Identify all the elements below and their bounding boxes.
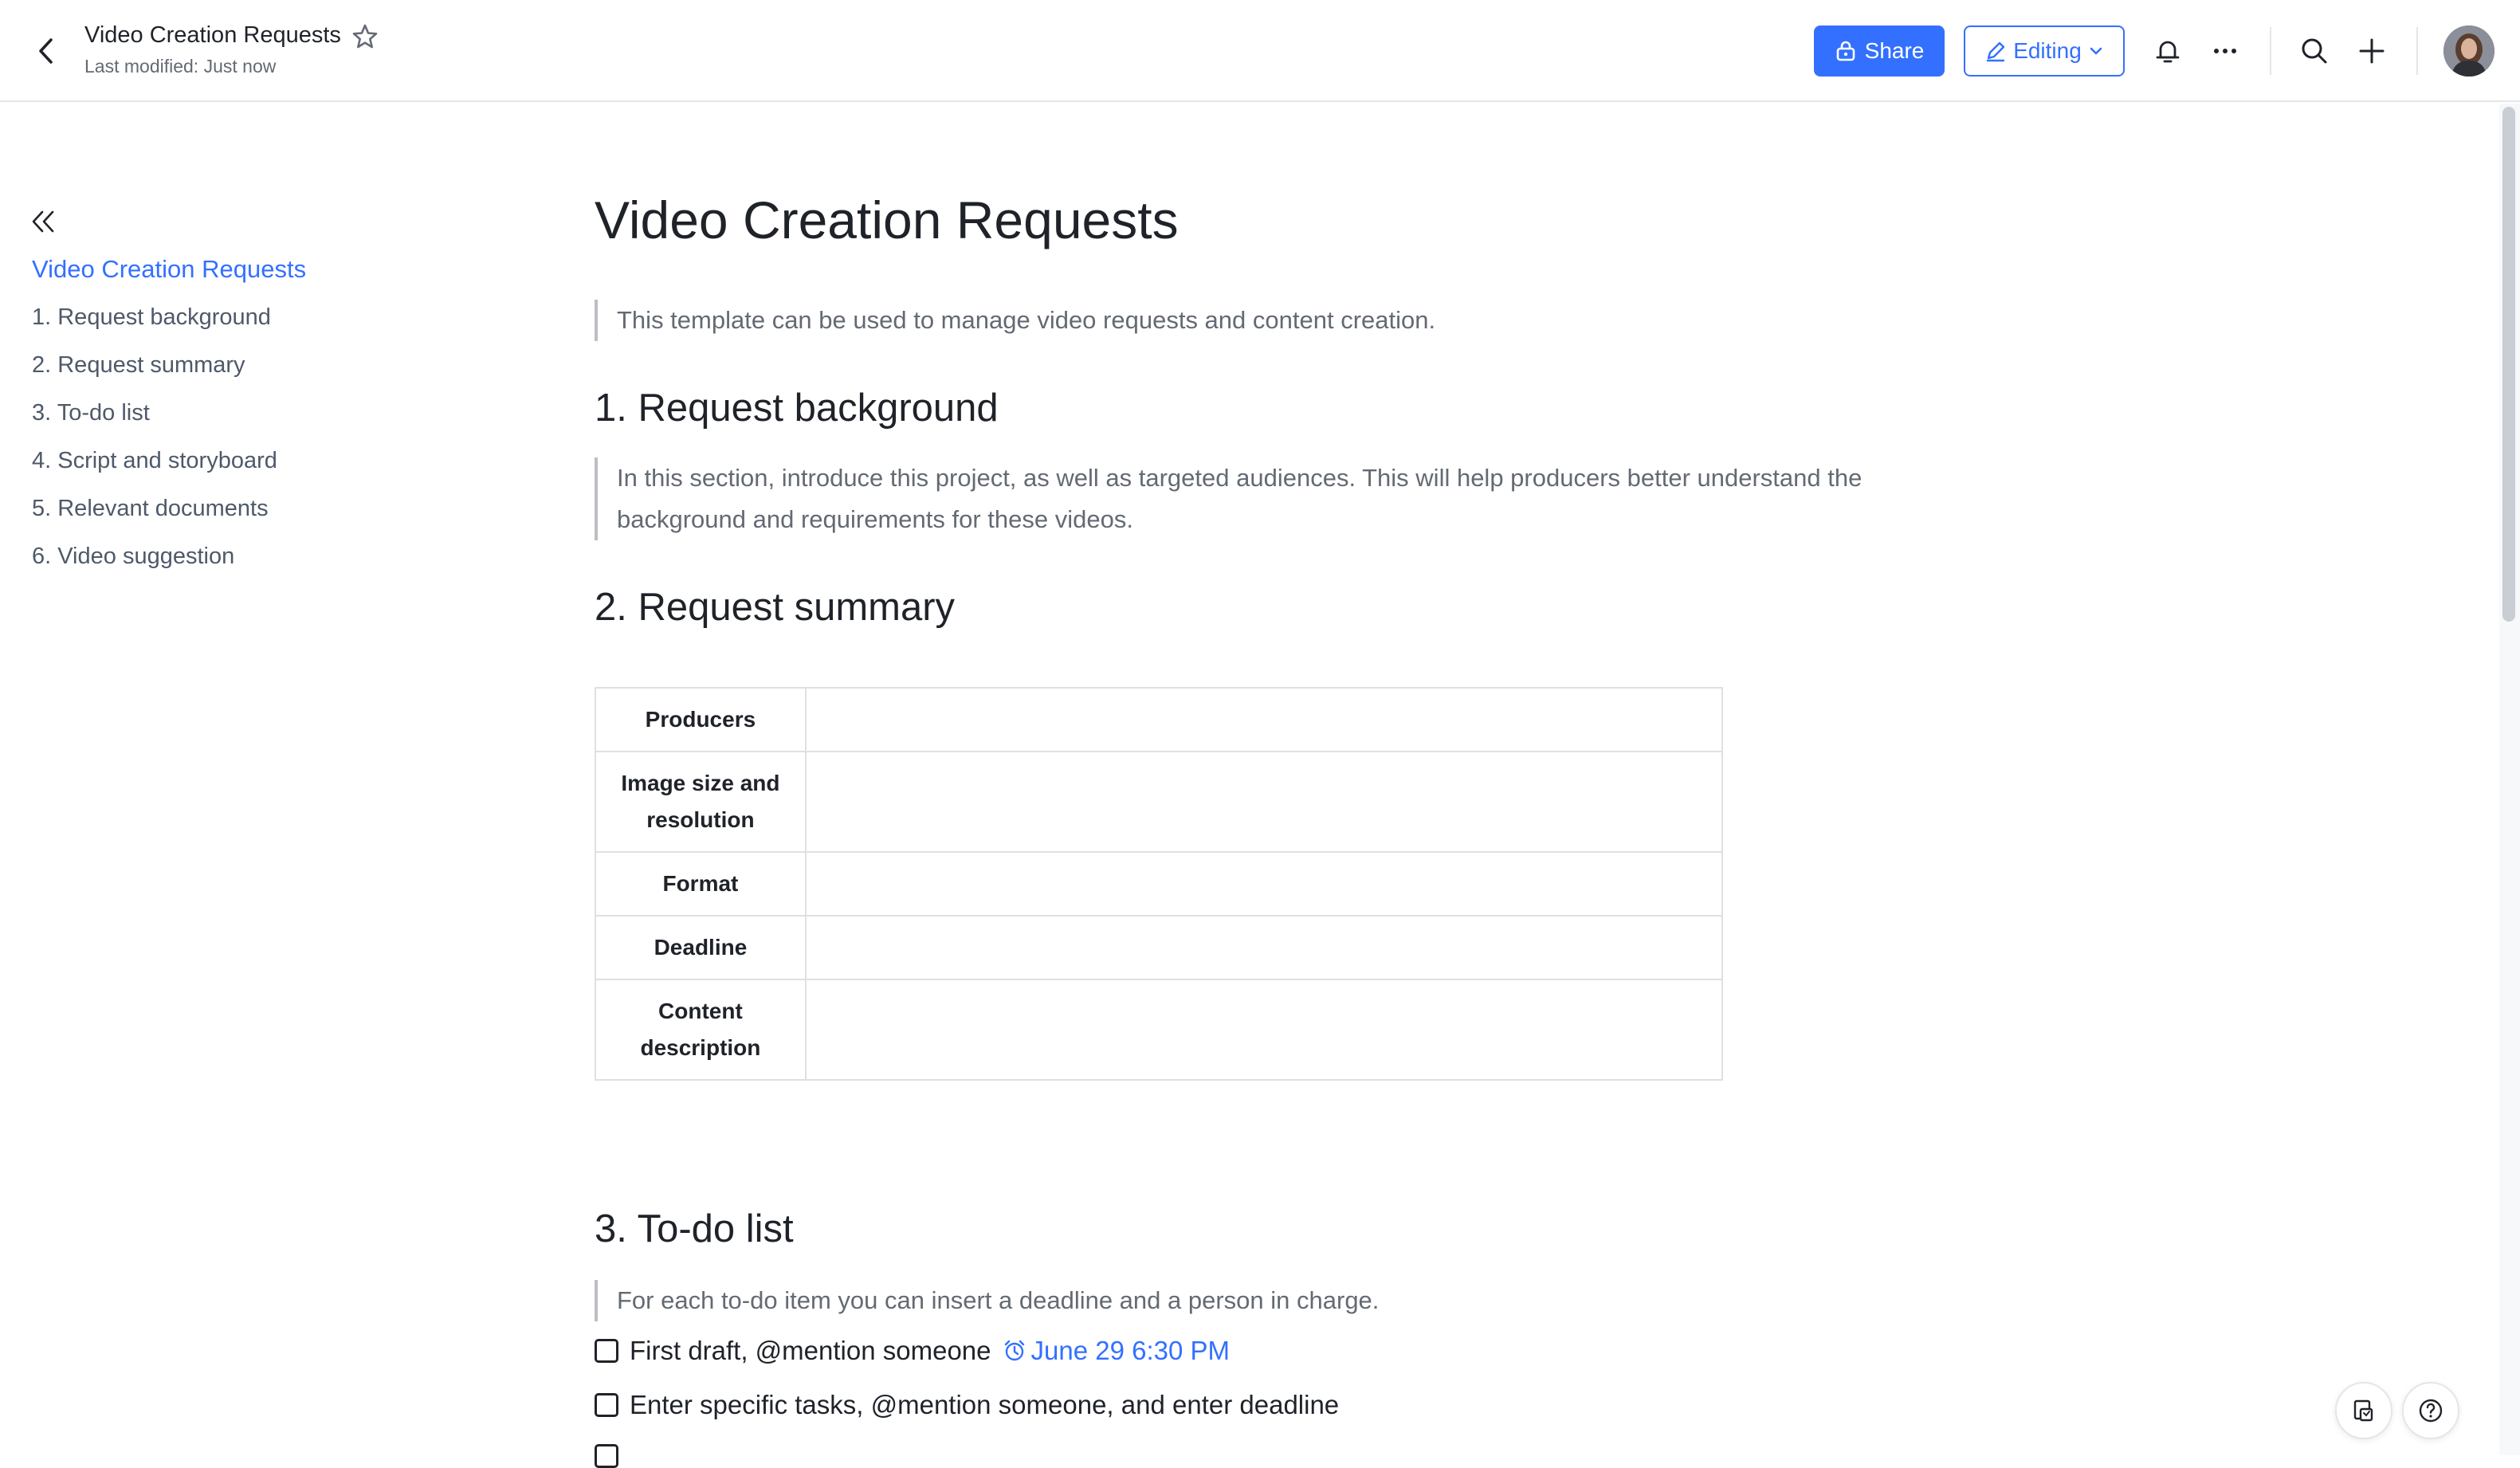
editing-mode-dropdown[interactable]: Editing [1964,26,2125,77]
chevron-down-icon [2090,47,2102,55]
background-quote[interactable]: In this section, introduce this project,… [595,457,1902,540]
document-outline-icon [2353,1399,2373,1422]
share-button[interactable]: Share [1814,26,1945,77]
table-row: Image size and resolution [595,751,1724,853]
bell-icon [2156,41,2180,63]
toc-item-relevant-documents[interactable]: 5. Relevant documents [32,491,306,539]
table-row: Deadline [595,915,1724,980]
pencil-icon [1986,41,2005,62]
table-cell-label[interactable]: Deadline [595,915,807,980]
back-button[interactable] [29,32,64,70]
to-do-reminder[interactable]: June 29 6:30 PM [1003,1336,1231,1366]
to-do-item [595,1444,618,1468]
toc-item-video-creation-requests[interactable]: Video Creation Requests [32,252,306,300]
toc-item-to-do-list[interactable]: 3. To-do list [32,395,306,443]
lock-icon [1836,41,1855,61]
share-button-label: Share [1864,38,1925,63]
star-icon[interactable] [351,22,379,51]
add-button[interactable] [2353,32,2391,70]
plus-icon [2359,38,2385,64]
to-do-item: First draft, @mention someone June 29 6:… [595,1336,1230,1366]
help-icon [2419,1399,2443,1423]
last-modified-status: Last modified: Just now [84,56,277,77]
scrollbar-thumb[interactable] [2502,107,2515,622]
document-title[interactable]: Video Creation Requests [84,22,341,49]
table-cell-label[interactable]: Format [595,851,807,917]
table-row: Content description [595,979,1724,1081]
table-row: Format [595,851,1724,917]
editing-mode-label: Editing [2013,38,2082,63]
table-of-contents: Video Creation Requests 1. Request backg… [32,252,306,587]
table-cell-label[interactable]: Content description [595,979,807,1081]
toc-item-script-and-storyboard[interactable]: 4. Script and storyboard [32,443,306,491]
user-avatar-photo [2443,26,2494,77]
more-horizontal-icon [2214,49,2236,53]
search-button[interactable] [2295,32,2334,70]
table-cell-value[interactable] [804,915,1724,980]
alarm-clock-icon [1004,1340,1024,1361]
toc-item-video-suggestion[interactable]: 6. Video suggestion [32,539,306,587]
chevron-left-icon [39,38,53,64]
notifications-button[interactable] [2149,32,2187,70]
to-do-text[interactable]: First draft, @mention someone [630,1336,991,1366]
more-options-button[interactable] [2206,32,2244,70]
document-outline-button[interactable] [2335,1382,2392,1439]
help-button[interactable] [2402,1382,2459,1439]
to-do-item: Enter specific tasks, @mention someone, … [595,1390,1339,1420]
toc-item-request-background[interactable]: 1. Request background [32,300,306,347]
to-do-text[interactable]: Enter specific tasks, @mention someone, … [630,1390,1339,1420]
table-cell-label[interactable]: Image size and resolution [595,751,807,853]
table-cell-value[interactable] [804,687,1724,752]
toc-item-request-summary[interactable]: 2. Request summary [32,347,306,395]
heading-to-do-list[interactable]: 3. To-do list [595,1207,794,1251]
table-cell-value[interactable] [804,979,1724,1081]
to-do-reminder-text: June 29 6:30 PM [1030,1336,1231,1365]
heading-request-background[interactable]: 1. Request background [595,386,999,430]
toolbar-divider [2416,27,2418,75]
heading-request-summary[interactable]: 2. Request summary [595,585,955,630]
to-do-note-quote[interactable]: For each to-do item you can insert a dea… [595,1280,1710,1321]
to-do-checkbox[interactable] [595,1393,618,1417]
table-row: Producers [595,687,1724,752]
table-cell-value[interactable] [804,751,1724,853]
intro-quote[interactable]: This template can be used to manage vide… [595,300,1710,341]
top-bar: Video Creation Requests Last modified: J… [0,0,2520,102]
double-chevron-left-icon[interactable] [27,206,59,237]
table-cell-label[interactable]: Producers [595,687,807,752]
search-icon [2302,38,2327,64]
request-summary-table: Producers Image size and resolution Form… [595,687,1724,1081]
toolbar-divider [2270,27,2271,75]
to-do-checkbox[interactable] [595,1444,618,1468]
page-title[interactable]: Video Creation Requests [595,190,1179,250]
to-do-checkbox[interactable] [595,1339,618,1363]
user-avatar[interactable] [2443,26,2494,77]
table-cell-value[interactable] [804,851,1724,917]
